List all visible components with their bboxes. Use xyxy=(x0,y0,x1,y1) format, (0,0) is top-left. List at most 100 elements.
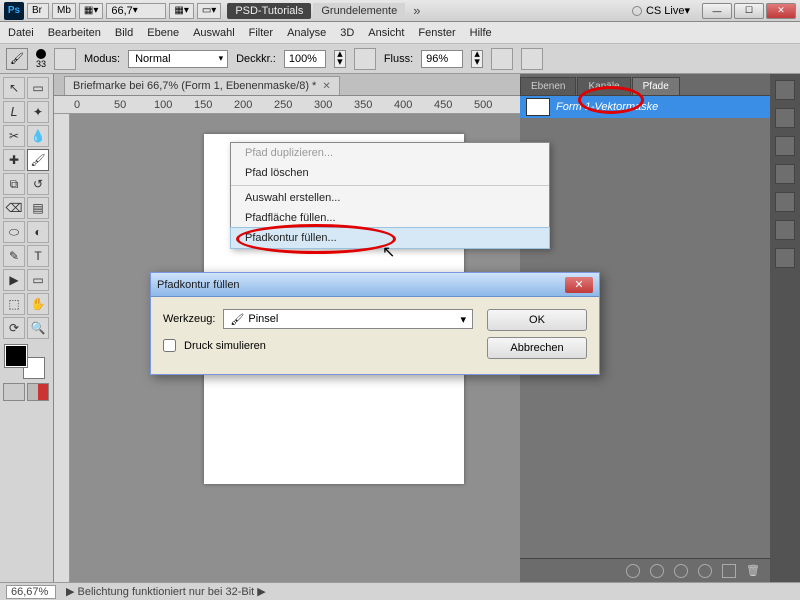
ctx-pfadkontur-fuellen[interactable]: Pfadkontur füllen... xyxy=(230,227,550,249)
dialog-close-button[interactable]: ✕ xyxy=(565,277,593,293)
color-swatches[interactable] xyxy=(3,345,49,379)
menu-bild[interactable]: Bild xyxy=(115,27,133,39)
bridge-button[interactable]: Br xyxy=(27,3,49,19)
lasso-tool[interactable]: 𝘓 xyxy=(3,101,25,123)
blur-tool[interactable]: ⬭ xyxy=(3,221,25,243)
path-item[interactable]: Form 1-Vektormaske xyxy=(520,96,770,118)
menu-fenster[interactable]: Fenster xyxy=(418,27,455,39)
menu-ebene[interactable]: Ebene xyxy=(147,27,179,39)
stroke-path-icon[interactable] xyxy=(650,564,664,578)
arrange-docs-button[interactable]: ▦▾ xyxy=(169,3,193,19)
collapsed-panel-icon[interactable] xyxy=(775,164,795,184)
tool-preset-button[interactable]: 🖌 xyxy=(6,48,28,70)
type-tool[interactable]: T xyxy=(27,245,49,267)
magic-wand-tool[interactable]: ✦ xyxy=(27,101,49,123)
3d-tool[interactable]: ⬚ xyxy=(3,293,25,315)
close-document-icon[interactable]: ✕ xyxy=(322,81,330,92)
brush-preview-icon xyxy=(36,49,46,59)
brush-size-label: 33 xyxy=(36,59,46,69)
opacity-field[interactable]: 100% xyxy=(284,50,326,68)
path-select-tool[interactable]: ▶ xyxy=(3,269,25,291)
blend-mode-select[interactable]: Normal xyxy=(128,50,228,68)
document-tab-row: Briefmarke bei 66,7% (Form 1, Ebenenmask… xyxy=(54,74,520,96)
rotate-view-tool[interactable]: ⟳ xyxy=(3,317,25,339)
tool-select[interactable]: 🖌 Pinsel xyxy=(223,309,473,329)
ok-button[interactable]: OK xyxy=(487,309,587,331)
workspace-primary[interactable]: PSD-Tutorials xyxy=(227,3,311,19)
ctx-pfad-loeschen[interactable]: Pfad löschen xyxy=(231,163,549,183)
ctx-separator xyxy=(231,185,549,186)
menu-hilfe[interactable]: Hilfe xyxy=(470,27,492,39)
tab-ebenen[interactable]: Ebenen xyxy=(520,77,576,95)
healing-brush-tool[interactable]: ✚ xyxy=(3,149,25,171)
workspace-more-icon[interactable]: » xyxy=(413,3,420,18)
status-zoom-field[interactable]: 66,67% xyxy=(6,585,56,599)
simulate-pressure-checkbox[interactable] xyxy=(163,339,176,352)
zoom-tool[interactable]: 🔍 xyxy=(27,317,49,339)
screen-mode-button[interactable]: ▭▾ xyxy=(197,3,221,19)
opacity-stepper[interactable]: ▴▾ xyxy=(334,50,346,68)
flow-stepper[interactable]: ▴▾ xyxy=(471,50,483,68)
document-tab[interactable]: Briefmarke bei 66,7% (Form 1, Ebenenmask… xyxy=(64,76,340,95)
dodge-tool[interactable]: ◐ xyxy=(27,221,49,243)
quickmask-toggle[interactable] xyxy=(3,383,49,401)
marquee-tool[interactable]: ▭ xyxy=(27,77,49,99)
foreground-color[interactable] xyxy=(5,345,27,367)
dialog-titlebar[interactable]: Pfadkontur füllen ✕ xyxy=(151,273,599,297)
zoom-level-field[interactable]: 66,7 ▾ xyxy=(106,3,166,19)
context-menu: Pfad duplizieren... Pfad löschen Auswahl… xyxy=(230,142,550,249)
opacity-pressure-button[interactable] xyxy=(354,48,376,70)
flow-field[interactable]: 96% xyxy=(421,50,463,68)
tab-pfade[interactable]: Pfade xyxy=(632,77,680,95)
delete-path-icon[interactable]: 🗑 xyxy=(746,564,760,578)
brush-panel-toggle[interactable] xyxy=(54,48,76,70)
minibridge-button[interactable]: Mb xyxy=(52,3,76,19)
window-close-button[interactable]: ✕ xyxy=(766,3,796,19)
gradient-tool[interactable]: ▤ xyxy=(27,197,49,219)
cs-live-button[interactable]: CS Live ▾ xyxy=(632,4,690,17)
ctx-auswahl-erstellen[interactable]: Auswahl erstellen... xyxy=(231,188,549,208)
brush-tool[interactable]: 🖌 xyxy=(27,149,49,171)
path-to-selection-icon[interactable] xyxy=(674,564,688,578)
eyedropper-tool[interactable]: 💧 xyxy=(27,125,49,147)
new-path-icon[interactable] xyxy=(722,564,736,578)
selection-to-path-icon[interactable] xyxy=(698,564,712,578)
tablet-pressure-button[interactable] xyxy=(521,48,543,70)
collapsed-panel-icon[interactable] xyxy=(775,248,795,268)
collapsed-panel-icon[interactable] xyxy=(775,108,795,128)
fill-path-icon[interactable] xyxy=(626,564,640,578)
workspace-secondary[interactable]: Grundelemente xyxy=(313,3,405,19)
eraser-tool[interactable]: ⌫ xyxy=(3,197,25,219)
collapsed-panel-icon[interactable] xyxy=(775,220,795,240)
shape-tool[interactable]: ▭ xyxy=(27,269,49,291)
hand-tool[interactable]: ✋ xyxy=(27,293,49,315)
cancel-button[interactable]: Abbrechen xyxy=(487,337,587,359)
collapsed-panel-icon[interactable] xyxy=(775,192,795,212)
window-maximize-button[interactable]: ☐ xyxy=(734,3,764,19)
dialog-title: Pfadkontur füllen xyxy=(157,279,240,291)
menu-filter[interactable]: Filter xyxy=(249,27,273,39)
crop-tool[interactable]: ✂ xyxy=(3,125,25,147)
menu-analyse[interactable]: Analyse xyxy=(287,27,326,39)
window-minimize-button[interactable]: — xyxy=(702,3,732,19)
menu-auswahl[interactable]: Auswahl xyxy=(193,27,235,39)
menu-ansicht[interactable]: Ansicht xyxy=(368,27,404,39)
collapsed-panel-icon[interactable] xyxy=(775,80,795,100)
menu-3d[interactable]: 3D xyxy=(340,27,354,39)
menu-bearbeiten[interactable]: Bearbeiten xyxy=(48,27,101,39)
history-brush-tool[interactable]: ↺ xyxy=(27,173,49,195)
ctx-pfadflaeche-fuellen[interactable]: Pfadfläche füllen... xyxy=(231,208,549,228)
ruler-horizontal: 0 50 100 150 200 250 300 350 400 450 500 xyxy=(54,96,520,114)
ctx-pfad-duplizieren: Pfad duplizieren... xyxy=(231,143,549,163)
move-tool[interactable]: ↖ xyxy=(3,77,25,99)
mode-label: Modus: xyxy=(84,53,120,65)
view-extras-button[interactable]: ▦▾ xyxy=(79,3,103,19)
pen-tool[interactable]: ✎ xyxy=(3,245,25,267)
clone-stamp-tool[interactable]: ⧉ xyxy=(3,173,25,195)
airbrush-button[interactable] xyxy=(491,48,513,70)
menu-datei[interactable]: Datei xyxy=(8,27,34,39)
status-message: ▶ Belichtung funktioniert nur bei 32-Bit… xyxy=(66,585,266,598)
collapsed-panel-icon[interactable] xyxy=(775,136,795,156)
tab-kanaele[interactable]: Kanäle xyxy=(577,77,630,95)
ruler-vertical xyxy=(54,114,70,582)
